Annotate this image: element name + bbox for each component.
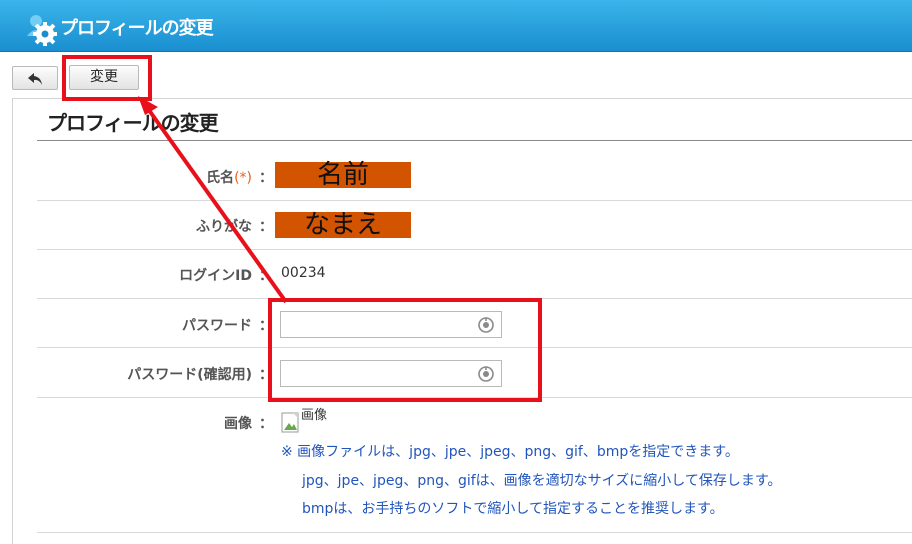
annotation-arrow [138, 96, 288, 304]
